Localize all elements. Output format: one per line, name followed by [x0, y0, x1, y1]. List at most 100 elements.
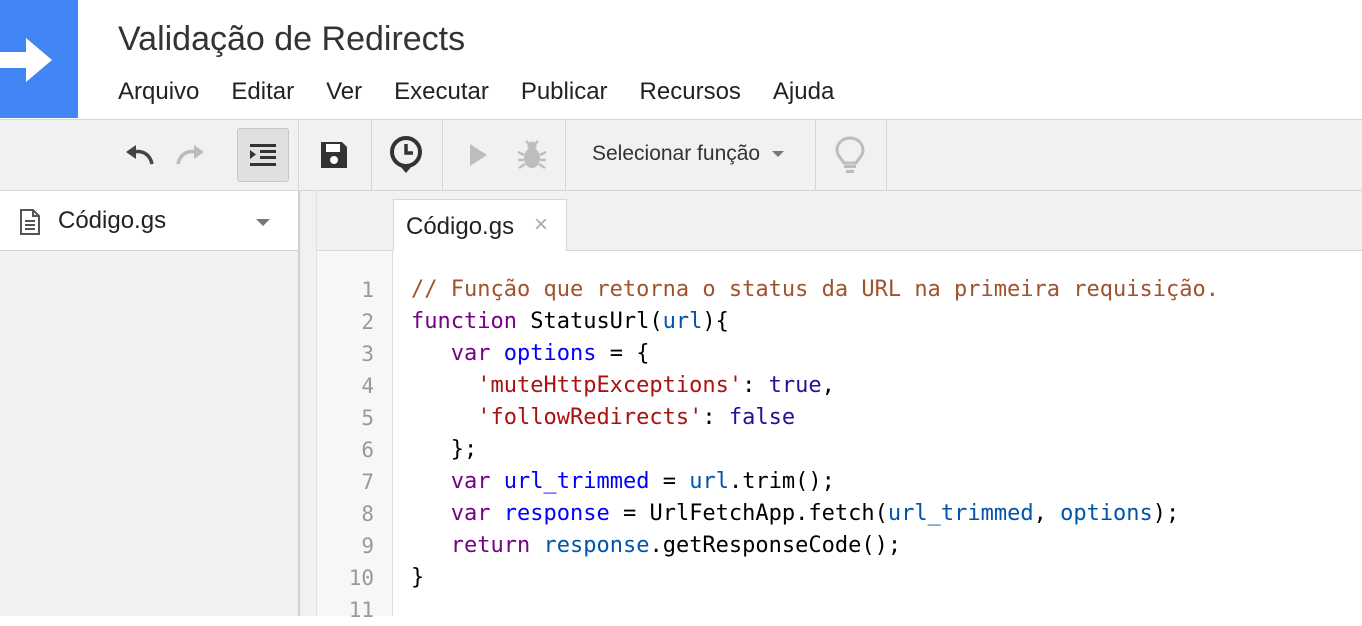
code-token: }; [411, 437, 478, 462]
undo-button[interactable] [118, 128, 160, 182]
indent-icon [250, 144, 276, 166]
menu-executar[interactable]: Executar [394, 76, 489, 108]
triggers-button[interactable] [384, 128, 428, 182]
code-token: = UrlFetchApp.fetch( [609, 501, 888, 526]
chevron-down-icon[interactable] [256, 219, 270, 226]
line-number-gutter: 1 2 3 4 5 6 7 8 9 10 11 [317, 251, 393, 622]
menu-ajuda[interactable]: Ajuda [773, 76, 834, 108]
code-line: var url_trimmed = url.trim(); [411, 466, 1219, 498]
code-token: return [450, 533, 531, 558]
code-line: var options = { [411, 338, 1219, 370]
redo-icon [176, 145, 204, 165]
save-icon [321, 142, 347, 168]
code-token: , [1033, 501, 1061, 526]
menu-arquivo[interactable]: Arquivo [118, 76, 199, 108]
code-line: } [411, 562, 1219, 594]
editor-tab-bar: Código.gs × [317, 191, 1362, 251]
line-number: 9 [361, 534, 374, 558]
tab-codigo-gs[interactable]: Código.gs × [393, 199, 567, 251]
code-token: = { [596, 341, 650, 366]
code-line: var response = UrlFetchApp.fetch(url_tri… [411, 498, 1219, 530]
code-token: ); [1152, 501, 1180, 526]
lightbulb-button[interactable] [828, 128, 872, 182]
tab-label: Código.gs [406, 213, 515, 240]
code-token: 'muteHttpExceptions' [477, 373, 743, 398]
code-token: url [662, 309, 703, 334]
code-line: function StatusUrl(url){ [411, 306, 1219, 338]
toolbar: Selecionar função [0, 119, 1362, 191]
code-token: var [450, 469, 491, 494]
code-token: = [649, 469, 690, 494]
menu-publicar[interactable]: Publicar [521, 76, 608, 108]
save-button[interactable] [312, 128, 356, 182]
line-number: 10 [348, 566, 374, 590]
arrow-right-icon [0, 38, 52, 82]
line-number: 3 [361, 342, 374, 366]
code-token: .getResponseCode(); [649, 533, 902, 558]
code-token: : [742, 373, 769, 398]
debug-icon [517, 140, 547, 170]
apps-script-logo[interactable] [0, 0, 78, 118]
code-token: url_trimmed [503, 469, 650, 494]
run-button[interactable] [458, 128, 498, 182]
line-number: 11 [348, 598, 374, 622]
code-line: return response.getResponseCode(); [411, 530, 1219, 562]
line-number: 5 [361, 406, 374, 430]
menu-ver[interactable]: Ver [326, 76, 362, 108]
lightbulb-icon [835, 136, 865, 173]
chevron-down-icon [772, 151, 785, 157]
code-token: 'followRedirects' [477, 405, 703, 430]
panel-divider [300, 191, 317, 616]
code-token: , [821, 373, 835, 398]
line-number: 8 [361, 502, 374, 526]
project-title[interactable]: Validação de Redirects [118, 20, 465, 59]
menu-bar: Arquivo Editar Ver Executar Publicar Rec… [118, 76, 866, 108]
undo-icon [126, 145, 154, 165]
code-token: } [411, 565, 425, 590]
code-token: url_trimmed [887, 501, 1034, 526]
line-number: 7 [361, 470, 374, 494]
code-editor[interactable]: // Função que retorna o status da URL na… [411, 274, 1219, 626]
code-token: false [728, 405, 796, 430]
code-token: response [543, 533, 650, 558]
debug-button[interactable] [510, 128, 554, 182]
code-token: .trim(); [728, 469, 835, 494]
code-line: }; [411, 434, 1219, 466]
code-line: // Função que retorna o status da URL na… [411, 274, 1219, 306]
code-token: url [689, 469, 729, 494]
timer-icon [390, 136, 422, 173]
file-icon [20, 209, 40, 235]
file-name: Código.gs [58, 207, 167, 234]
indent-button[interactable] [237, 128, 289, 182]
code-token: options [503, 341, 597, 366]
code-token: ){ [702, 309, 729, 334]
function-select-label: Selecionar função [592, 142, 761, 165]
file-item[interactable]: Código.gs [0, 191, 298, 251]
code-token: response [503, 501, 610, 526]
code-line: 'muteHttpExceptions': true, [411, 370, 1219, 402]
function-select[interactable]: Selecionar função [592, 142, 785, 166]
line-number: 2 [361, 310, 374, 334]
code-token: StatusUrl( [516, 309, 663, 334]
menu-editar[interactable]: Editar [231, 76, 294, 108]
code-token: function [411, 309, 517, 334]
redo-button[interactable] [170, 128, 212, 182]
code-token: // Função que retorna o status da URL na… [411, 277, 1219, 302]
code-token: options [1060, 501, 1153, 526]
run-icon [470, 144, 487, 166]
line-number: 1 [361, 278, 374, 302]
menu-recursos[interactable]: Recursos [640, 76, 741, 108]
code-token: true [768, 373, 822, 398]
close-icon[interactable]: × [534, 211, 548, 239]
file-panel: Código.gs [0, 191, 300, 616]
